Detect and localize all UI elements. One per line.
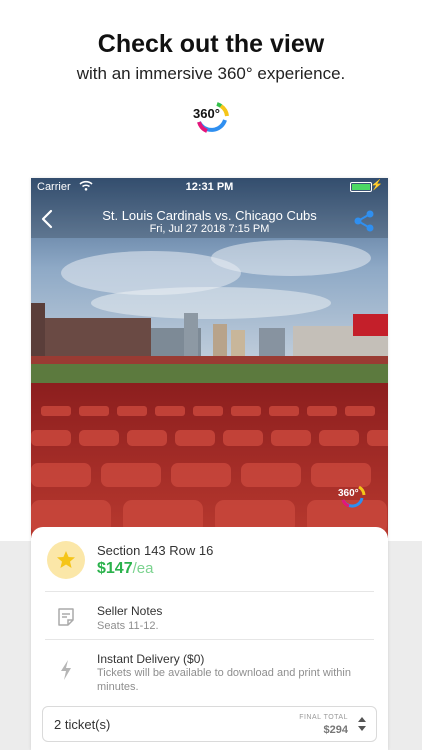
price-unit: /ea <box>132 560 154 577</box>
event-datetime: Fri, Jul 27 2018 7:15 PM <box>149 223 270 235</box>
price-value: $147 <box>97 560 133 577</box>
360-logo-text: 360° <box>193 106 220 121</box>
ticket-quantity-value: 2 ticket(s) <box>54 717 111 732</box>
event-title: St. Louis Cardinals vs. Chicago Cubs <box>102 208 317 223</box>
promo-headline: Check out the view <box>97 30 325 58</box>
360-logo-icon: 360° <box>191 100 231 136</box>
charging-icon: ⚡ <box>370 180 383 191</box>
stepper-icon[interactable] <box>357 716 367 737</box>
seller-notes-title: Seller Notes <box>97 604 163 618</box>
phone-screen: Carrier 12:31 PM ⚡ St. Louis Cardinals v… <box>31 178 388 750</box>
delivery-title: Instant Delivery ($0) <box>97 652 205 666</box>
divider <box>45 591 374 592</box>
lightning-icon <box>60 660 72 685</box>
share-icon[interactable] <box>353 210 375 232</box>
ticket-quantity-selector[interactable]: 2 ticket(s) FINAL TOTAL $294 <box>42 706 377 742</box>
star-icon <box>57 551 75 568</box>
promo-subline: with an immersive 360° experience. <box>76 64 346 83</box>
seller-notes-text: Seats 11-12. <box>97 620 159 632</box>
final-total-label: FINAL TOTAL <box>299 714 348 721</box>
battery-icon <box>350 182 372 192</box>
stadium-360-view[interactable]: Carrier 12:31 PM ⚡ St. Louis Cardinals v… <box>31 178 388 538</box>
ticket-price: $147/ea <box>97 560 153 578</box>
favorite-badge[interactable] <box>47 541 85 579</box>
status-time: 12:31 PM <box>185 181 234 193</box>
360-view-badge[interactable]: 360° <box>337 483 367 509</box>
notes-icon <box>57 607 75 632</box>
final-total-value: $294 <box>323 724 348 736</box>
status-bar: Carrier 12:31 PM ⚡ <box>31 178 388 196</box>
divider <box>45 639 374 640</box>
360-badge-text: 360° <box>338 488 359 499</box>
delivery-text: Tickets will be available to download an… <box>97 667 351 693</box>
section-row-label: Section 143 Row 16 <box>97 543 214 558</box>
